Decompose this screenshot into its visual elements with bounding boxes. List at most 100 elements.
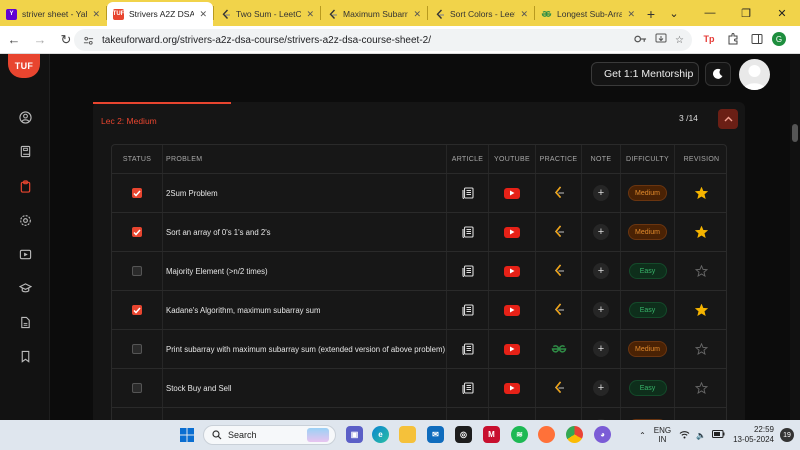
youtube-icon[interactable] <box>504 265 520 277</box>
extensions-puzzle-icon[interactable] <box>724 30 742 48</box>
tab-close-icon[interactable]: ✕ <box>627 9 635 20</box>
youtube-icon[interactable] <box>504 226 520 238</box>
firefox-icon[interactable] <box>538 426 555 443</box>
problem-name[interactable]: 2Sum Problem <box>166 189 218 198</box>
article-icon[interactable] <box>461 343 474 355</box>
profile-icon[interactable] <box>17 109 33 125</box>
mcafee-icon[interactable]: M <box>483 426 500 443</box>
problem-name[interactable]: Sort an array of 0's 1's and 2's <box>166 228 271 237</box>
youtube-icon[interactable] <box>504 382 520 394</box>
mentorship-button[interactable]: Get 1:1 Mentorship <box>591 62 699 86</box>
notification-badge[interactable]: 19 <box>780 428 794 442</box>
status-checkbox[interactable] <box>132 344 142 354</box>
browser-tab[interactable]: Longest Sub-Array ✕ <box>535 2 641 26</box>
revision-star-icon[interactable] <box>695 187 708 199</box>
tab-close-icon[interactable]: ✕ <box>520 9 528 20</box>
install-app-icon[interactable] <box>655 33 667 47</box>
browser-tab[interactable]: Ystriver sheet - Yaho ✕ <box>0 2 106 26</box>
tab-close-icon[interactable]: ✕ <box>306 9 314 20</box>
clipboard-icon[interactable] <box>17 178 33 194</box>
problem-name[interactable]: Majority Element (>n/2 times) <box>166 267 268 276</box>
profile-avatar[interactable]: G <box>772 32 786 46</box>
chrome-icon[interactable] <box>566 426 583 443</box>
theme-toggle-button[interactable] <box>705 62 731 86</box>
user-avatar[interactable] <box>739 59 770 90</box>
article-icon[interactable] <box>461 226 474 238</box>
add-note-button[interactable]: + <box>593 224 609 240</box>
discord-icon[interactable]: ◕ <box>594 426 611 443</box>
youtube-icon[interactable] <box>504 304 520 316</box>
video-play-icon[interactable] <box>17 246 33 262</box>
article-icon[interactable] <box>461 265 474 277</box>
scrollbar-thumb[interactable] <box>792 124 798 142</box>
collapse-button[interactable] <box>718 109 738 129</box>
status-checkbox[interactable] <box>132 383 142 393</box>
practice-link[interactable] <box>553 225 565 239</box>
add-note-button[interactable]: + <box>593 302 609 318</box>
practice-link[interactable] <box>553 186 565 200</box>
add-note-button[interactable]: + <box>593 341 609 357</box>
browser-tab[interactable]: Maximum Subarray ✕ <box>321 2 427 26</box>
address-bar[interactable]: takeuforward.org/strivers-a2z-dsa-course… <box>74 29 692 51</box>
maximize-button[interactable]: ❐ <box>728 7 764 20</box>
forward-button[interactable]: → <box>28 28 52 52</box>
revision-star-icon[interactable] <box>695 226 708 238</box>
revision-star-icon[interactable] <box>695 304 708 316</box>
add-note-button[interactable]: + <box>593 263 609 279</box>
browser-tab[interactable]: Sort Colors - LeetC ✕ <box>428 2 534 26</box>
taskbar-search[interactable]: Search <box>203 425 336 445</box>
teams-icon[interactable]: ▣ <box>346 426 363 443</box>
bookmark-star-icon[interactable]: ☆ <box>675 35 684 46</box>
status-checkbox[interactable] <box>132 266 142 276</box>
windows-start-icon[interactable] <box>180 428 194 442</box>
key-icon[interactable] <box>634 34 647 47</box>
problem-name[interactable]: Print subarray with maximum subarray sum… <box>166 345 445 354</box>
extension-tp-icon[interactable]: Tp <box>700 30 718 48</box>
document-icon[interactable] <box>17 314 33 330</box>
add-note-button[interactable]: + <box>593 380 609 396</box>
battery-icon[interactable] <box>712 430 725 440</box>
language-indicator[interactable]: ENG IN <box>654 426 671 444</box>
article-icon[interactable] <box>461 304 474 316</box>
status-checkbox[interactable] <box>132 188 142 198</box>
book-icon[interactable] <box>17 143 33 159</box>
volume-icon[interactable]: 🔈 <box>696 431 706 440</box>
status-checkbox[interactable] <box>132 305 142 315</box>
browser-tab[interactable]: Two Sum - LeetCode ✕ <box>214 2 320 26</box>
page-scrollbar[interactable] <box>790 54 800 420</box>
practice-link[interactable] <box>551 344 567 354</box>
revision-star-icon[interactable] <box>695 382 708 394</box>
article-icon[interactable] <box>461 382 474 394</box>
settings-gear-icon[interactable] <box>17 212 33 228</box>
more-menu-icon[interactable]: ⋮ <box>792 30 800 48</box>
youtube-icon[interactable] <box>504 187 520 199</box>
wifi-icon[interactable] <box>679 430 690 441</box>
tab-close-icon[interactable]: ✕ <box>413 9 421 20</box>
status-checkbox[interactable] <box>132 227 142 237</box>
tab-close-icon[interactable]: ✕ <box>92 9 100 20</box>
mail-icon[interactable]: ✉ <box>427 426 444 443</box>
camera-app-icon[interactable]: ◎ <box>455 426 472 443</box>
article-icon[interactable] <box>461 187 474 199</box>
tab-close-icon[interactable]: ✕ <box>199 9 207 20</box>
clock[interactable]: 22:59 13-05-2024 <box>733 425 774 445</box>
revision-star-icon[interactable] <box>695 343 708 355</box>
back-button[interactable]: ← <box>2 28 26 52</box>
graduation-cap-icon[interactable] <box>17 280 33 296</box>
add-note-button[interactable]: + <box>593 185 609 201</box>
minimize-button[interactable]: — <box>692 7 728 19</box>
problem-name[interactable]: Stock Buy and Sell <box>166 384 231 393</box>
site-info-icon[interactable] <box>82 34 94 46</box>
close-window-button[interactable]: ✕ <box>764 7 800 20</box>
bookmark-icon[interactable] <box>17 348 33 364</box>
problem-name[interactable]: Kadane's Algorithm, maximum subarray sum <box>166 306 320 315</box>
tuf-logo[interactable]: TUF <box>8 54 40 78</box>
revision-star-icon[interactable] <box>695 265 708 277</box>
practice-link[interactable] <box>553 264 565 278</box>
file-explorer-icon[interactable] <box>399 426 416 443</box>
chevron-up-icon[interactable]: ⌃ <box>639 431 646 440</box>
sidepanel-icon[interactable] <box>748 30 766 48</box>
edge-icon[interactable]: e <box>372 426 389 443</box>
practice-link[interactable] <box>553 381 565 395</box>
lecture-title[interactable]: Lec 2: Medium <box>101 116 157 126</box>
